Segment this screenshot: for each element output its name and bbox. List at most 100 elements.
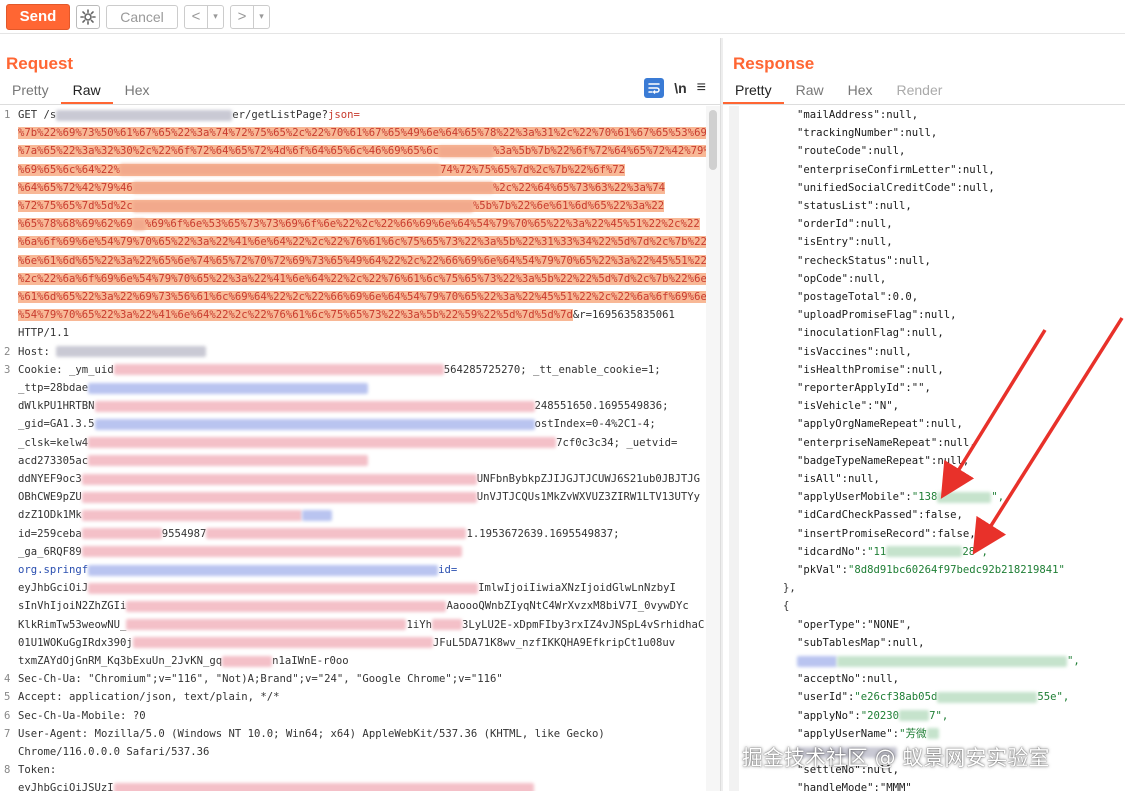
json-row: "reporterApplyId":"", bbox=[797, 382, 931, 394]
cookie-value: dWlkPU1HRTBN 248551650.1695549836; bbox=[18, 400, 669, 413]
encoded-json: %64%65%72%42%79%46 %2c%22%64%65%73%63%22%… bbox=[18, 181, 666, 194]
cookie-value: 01U1WOKuGgIRdx390j JFuL5DA71K8wv_nzfIKKQH… bbox=[18, 636, 676, 649]
cookie-value: acd273305ac bbox=[18, 452, 369, 470]
gutter bbox=[729, 106, 739, 791]
line-number: 3 bbox=[4, 363, 11, 376]
response-editor[interactable]: "mailAddress":null, "trackingNumber":nul… bbox=[723, 106, 1125, 791]
response-panel: Response Pretty Raw Hex Render "mailAddr… bbox=[723, 38, 1125, 791]
json-row: "unifiedSocialCreditCode":null, bbox=[797, 181, 995, 194]
tab-hex[interactable]: Hex bbox=[836, 80, 885, 104]
cookie-value: KlkRimTw53weowNU_ 1iYh 3LyLU2E-xDpmFIby3rx… bbox=[18, 618, 705, 631]
cookie-value: org.springf id= bbox=[18, 564, 458, 576]
cookie-value: id=259ceba 9554987 1.1953672639.1695549837… bbox=[18, 527, 620, 540]
sec-ch-ua-mobile-header: Sec-Ch-Ua-Mobile: ?0 bbox=[18, 709, 146, 722]
json-row-idcard-no: "idcardNo":"11 28", bbox=[797, 545, 988, 558]
cookie-value: sInVhIjoiN2ZhZGIi AaoooQWnbZIyqNtC4WrXvzx… bbox=[18, 600, 689, 613]
encoded-json: %65%78%68%69%62%69 %69%6f%6e%53%65%73%73%… bbox=[18, 218, 700, 231]
json-row-pkval: "pkVal":"8d8d91bc60264f97bedc92b21821984… bbox=[797, 564, 1065, 576]
json-row: "isHealthPromise":null, bbox=[797, 363, 944, 376]
json-row: "mailAddress":null, bbox=[797, 109, 919, 121]
settings-gear-button[interactable] bbox=[76, 4, 100, 29]
encoded-json: %61%6d%65%22%3a%22%69%73%56%61%6c%69%64%… bbox=[18, 291, 706, 303]
json-row: "inoculationFlag":null, bbox=[797, 327, 944, 340]
line-number: 7 bbox=[4, 727, 11, 740]
cookie-value: ddNYEF9oc3 UNFbnBybkpZJIJGJTJCUWJ6S21ub0J… bbox=[18, 473, 701, 485]
scrollbar-thumb[interactable] bbox=[709, 110, 717, 170]
back-button[interactable]: < bbox=[185, 6, 207, 28]
json-row: "routeCode":null, bbox=[797, 145, 906, 158]
json-row: "trackingNumber":null, bbox=[797, 127, 938, 140]
json-row: "applyOrgNameRepeat":null, bbox=[797, 418, 963, 431]
line-number: 5 bbox=[4, 691, 11, 704]
cancel-button[interactable]: Cancel bbox=[106, 4, 178, 29]
tab-render[interactable]: Render bbox=[885, 80, 955, 104]
cookie-value: txmZAYdOjGnRM_Kq3bExuUn_2JvKN_gq n1aIWnE-… bbox=[18, 655, 349, 667]
token-value: eyJhbGciOiJSUzI bbox=[18, 779, 534, 791]
tab-hex[interactable]: Hex bbox=[113, 80, 162, 104]
line-number: 1 bbox=[4, 109, 11, 121]
send-button[interactable]: Send bbox=[6, 3, 70, 30]
json-row: "isVaccines":null, bbox=[797, 345, 912, 358]
json-row: "isAll":null, bbox=[797, 473, 880, 485]
line-number: 4 bbox=[4, 673, 11, 686]
json-row: "operType":"NONE", bbox=[797, 618, 912, 631]
cookie-value: _clsk=kelw4 7cf0c3c34; _uetvid= bbox=[18, 436, 678, 449]
request-tools: \n ≡ bbox=[644, 78, 706, 98]
accept-header: Accept: application/json, text/plain, */… bbox=[18, 691, 280, 704]
gear-icon bbox=[80, 8, 96, 25]
line-number: 2 bbox=[4, 345, 11, 358]
json-row: "acceptNo":null, bbox=[797, 673, 900, 686]
line-number: 6 bbox=[4, 709, 11, 722]
request-scrollbar[interactable] bbox=[706, 106, 720, 791]
sec-ch-ua-header: Sec-Ch-Ua: "Chromium";v="116", "Not)A;Br… bbox=[18, 673, 503, 686]
cookie-value: _gid=GA1.3.5 ostIndex=0-4%2C1-4; bbox=[18, 418, 656, 431]
encoded-json: %6e%61%6d%65%22%3a%22%65%6e%74%65%72%70%… bbox=[18, 254, 706, 267]
json-row: "handleMode":"MMM" bbox=[797, 782, 912, 791]
forward-history-dropdown[interactable]: ▾ bbox=[253, 5, 269, 28]
cookie-header: Cookie: _ym_uid 564285725270; _tt_enable_… bbox=[18, 363, 661, 376]
response-title: Response bbox=[733, 54, 815, 73]
tab-pretty[interactable]: Pretty bbox=[0, 80, 61, 104]
request-panel: Request Pretty Raw Hex \n ≡ 1 GET /s er/g… bbox=[0, 38, 721, 791]
tab-raw[interactable]: Raw bbox=[60, 80, 113, 104]
json-row: "isVehicle":"N", bbox=[797, 400, 900, 413]
back-history-dropdown[interactable]: ▾ bbox=[207, 5, 223, 28]
show-newlines-button[interactable]: \n bbox=[674, 80, 686, 96]
back-nav: < ▾ bbox=[184, 4, 224, 29]
token-header: Token: bbox=[18, 764, 57, 777]
user-agent-value: Chrome/116.0.0.0 Safari/537.36 bbox=[18, 746, 210, 758]
json-row: "postageTotal":0.0, bbox=[797, 291, 919, 303]
menu-icon[interactable]: ≡ bbox=[697, 79, 706, 97]
tab-raw[interactable]: Raw bbox=[784, 80, 836, 104]
encoded-json: %6a%6f%69%6e%54%79%70%65%22%3a%22%41%6e%… bbox=[18, 236, 706, 249]
json-row: "subTablesMap":null, bbox=[797, 636, 925, 649]
wrap-icon bbox=[648, 83, 660, 94]
request-editor[interactable]: 1 GET /s er/getListPage?json= %7b%22%69%7… bbox=[0, 106, 706, 791]
encoded-json: %7b%22%69%73%50%61%67%65%22%3a%74%72%75%… bbox=[18, 127, 706, 140]
cookie-value: eyJhbGciOiJ ImlwIjoiIiwiaXNzIjoidGlwLnNzb… bbox=[18, 582, 676, 595]
request-line: HTTP/1.1 bbox=[18, 327, 70, 340]
json-row: "statusList":null, bbox=[797, 200, 912, 212]
json-row: "enterpriseNameRepeat":null, bbox=[797, 436, 976, 449]
request-line: GET /s er/getListPage?json= bbox=[18, 109, 360, 121]
encoded-json: %69%65%6c%64%22% 74%72%75%65%7d%2c%7b%22%… bbox=[18, 163, 626, 176]
json-brace: }, bbox=[783, 582, 796, 595]
json-row: "orderId":null, bbox=[797, 218, 893, 231]
json-row: "insertPromiseRecord":false, bbox=[797, 527, 976, 540]
word-wrap-button[interactable] bbox=[644, 78, 665, 98]
request-tab-divider bbox=[0, 104, 720, 105]
response-tabs: Pretty Raw Hex Render bbox=[723, 80, 954, 104]
request-title: Request bbox=[6, 54, 74, 73]
encoded-json: %54%79%70%65%22%3a%22%41%6e%64%22%2c%22%… bbox=[18, 309, 675, 322]
json-row-apply-no: "applyNo":"20230 7", bbox=[797, 709, 949, 722]
json-row-redacted: ", bbox=[797, 652, 1080, 670]
forward-button[interactable]: > bbox=[231, 6, 253, 28]
tab-pretty[interactable]: Pretty bbox=[723, 80, 784, 104]
json-row: "uploadPromiseFlag":null, bbox=[797, 309, 957, 322]
json-row: "opCode":null, bbox=[797, 272, 887, 285]
line-number: 8 bbox=[4, 764, 11, 777]
json-row: "idCardCheckPassed":false, bbox=[797, 509, 963, 522]
json-row: "enterpriseConfirmLetter":null, bbox=[797, 163, 995, 176]
user-agent-header: User-Agent: Mozilla/5.0 (Windows NT 10.0… bbox=[18, 727, 605, 740]
toolbar: Send Cancel < ▾ > ▾ bbox=[0, 0, 1125, 34]
